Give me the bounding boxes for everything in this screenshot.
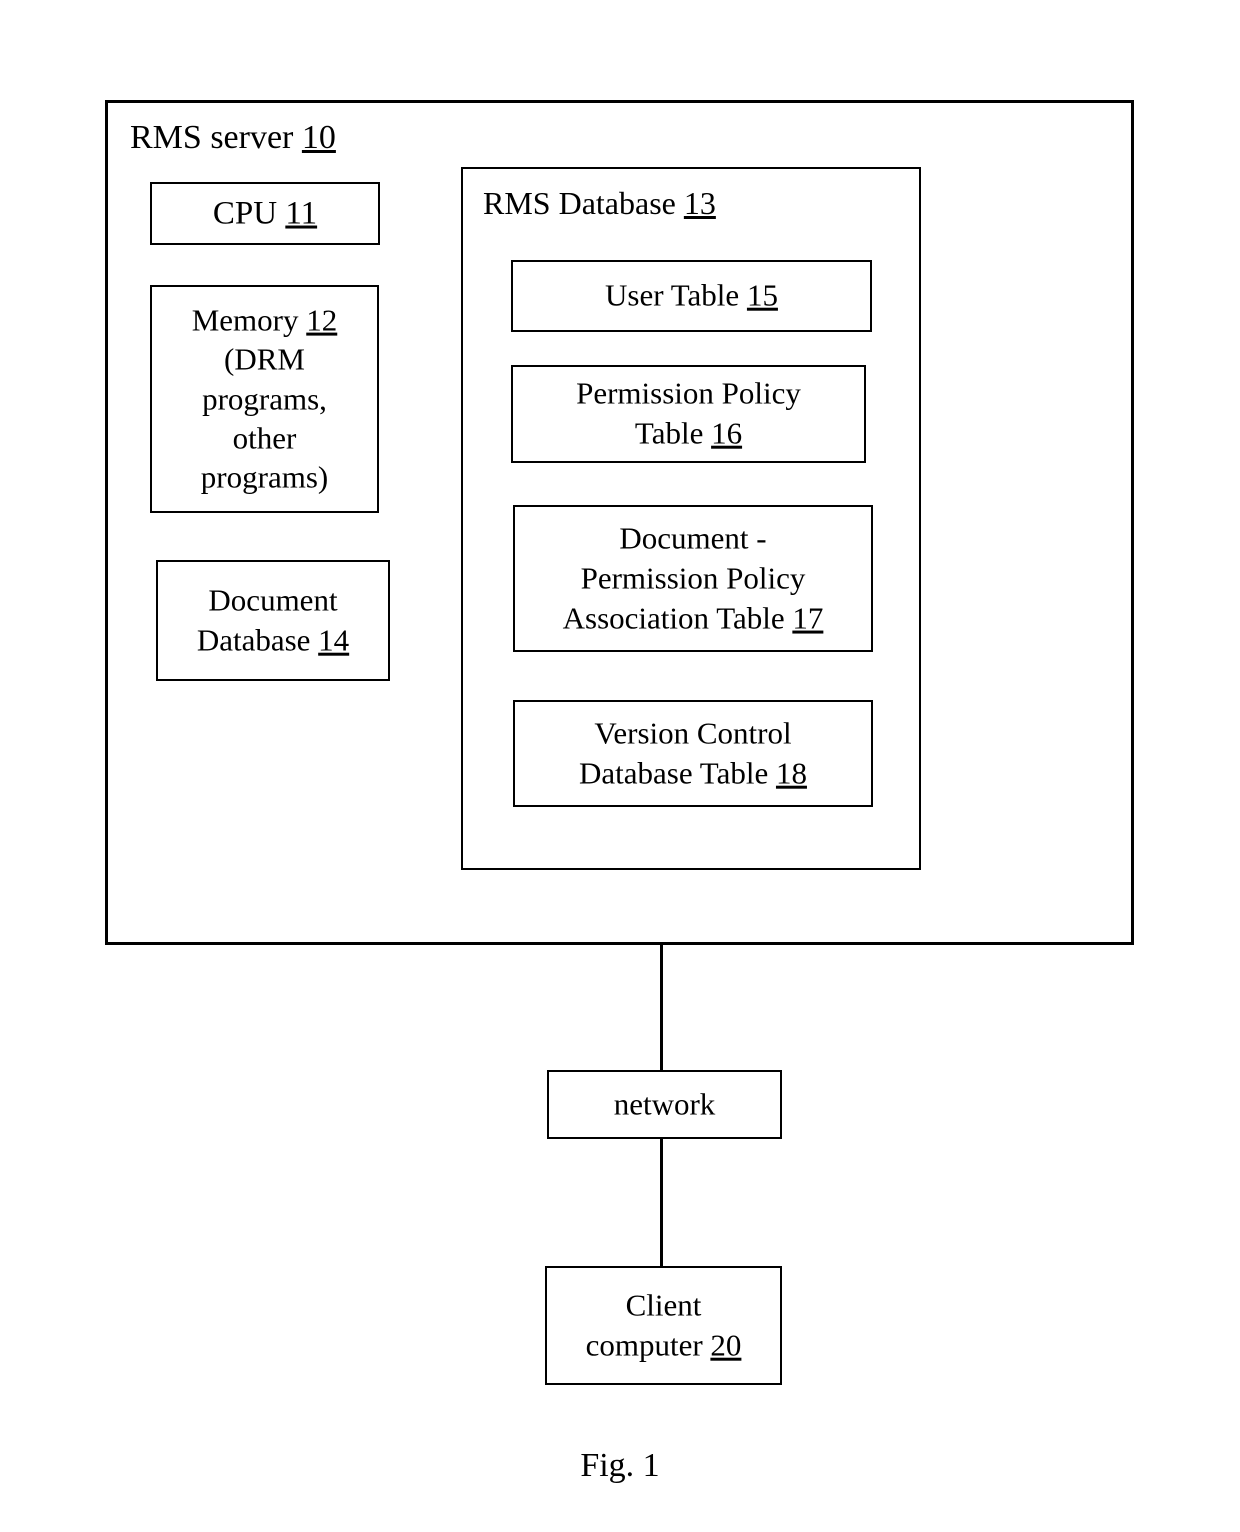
document-permission-policy-association-table-box: Document - Permission Policy Association… (513, 505, 873, 652)
user-table-box: User Table 15 (511, 260, 872, 332)
rms-database-title-ref: 13 (683, 185, 716, 221)
permission-policy-table-label-ref: 16 (711, 416, 743, 451)
cpu-label-ref: 11 (285, 195, 318, 232)
figure-page: RMS server 10 CPU 11 Memory 12 (DRM prog… (0, 0, 1240, 1532)
permission-policy-table-label: Permission Policy Table 16 (513, 374, 864, 455)
network-box: network (547, 1070, 782, 1139)
permission-policy-table-box: Permission Policy Table 16 (511, 365, 866, 463)
document-database-box: Document Database 14 (156, 560, 390, 681)
memory-box: Memory 12 (DRM programs, other programs) (150, 285, 379, 513)
document-permission-policy-association-table-label-text: Document - Permission Policy Association… (562, 520, 806, 636)
client-computer-label-text: Client computer (585, 1287, 703, 1363)
cpu-box: CPU 11 (150, 182, 380, 245)
client-computer-label-ref: 20 (710, 1327, 742, 1363)
rms-database-title-text: RMS Database (483, 185, 684, 221)
cpu-label-text: CPU (212, 195, 286, 232)
user-table-label-text: User Table (605, 277, 747, 313)
user-table-label-ref: 15 (746, 277, 778, 313)
rms-server-title-ref: 10 (301, 119, 336, 156)
version-control-database-table-label-text: Version Control Database Table (579, 715, 792, 791)
document-permission-policy-association-table-label-ref: 17 (792, 600, 824, 636)
document-database-label: Document Database 14 (158, 580, 388, 661)
rms-server-title-text: RMS server (130, 119, 302, 156)
memory-label-text: Memory (191, 302, 307, 338)
connector-network-to-client (660, 1137, 663, 1267)
figure-caption: Fig. 1 (580, 1447, 660, 1484)
version-control-database-table-box: Version Control Database Table 18 (513, 700, 873, 807)
connector-server-to-network (660, 944, 663, 1071)
version-control-database-table-label-ref: 18 (775, 755, 807, 791)
permission-policy-table-label-text: Permission Policy Table (576, 375, 801, 451)
network-label: network (613, 1086, 716, 1122)
rms-database-title: RMS Database 13 (483, 185, 716, 222)
memory-label-detail: (DRM programs, other programs) (200, 341, 329, 496)
memory-label: Memory 12 (DRM programs, other programs) (152, 301, 377, 498)
document-database-label-ref: 14 (318, 622, 350, 658)
document-database-label-text: Document Database (196, 582, 338, 658)
version-control-database-table-label: Version Control Database Table 18 (515, 713, 871, 794)
rms-server-title: RMS server 10 (130, 119, 336, 157)
user-table-label: User Table 15 (513, 278, 870, 315)
document-permission-policy-association-table-label: Document - Permission Policy Association… (515, 518, 871, 639)
client-computer-box: Client computer 20 (545, 1266, 782, 1385)
cpu-label: CPU 11 (152, 194, 378, 233)
client-computer-label: Client computer 20 (547, 1285, 780, 1366)
memory-label-ref: 12 (306, 302, 338, 338)
